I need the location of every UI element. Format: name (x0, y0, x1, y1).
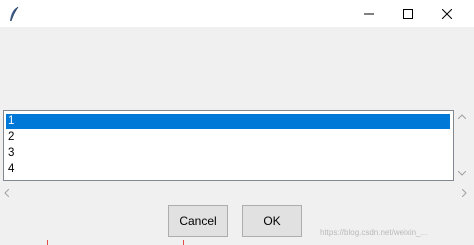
decorative-mark (183, 240, 184, 245)
cancel-button[interactable]: Cancel (168, 205, 228, 237)
list-item[interactable]: 4 (6, 162, 450, 177)
maximize-button[interactable] (389, 0, 427, 27)
scroll-right-icon[interactable] (462, 189, 467, 197)
scroll-down-icon[interactable] (458, 171, 466, 176)
scroll-up-icon[interactable] (458, 114, 466, 119)
decorative-mark (47, 240, 48, 245)
minimize-icon (364, 13, 374, 14)
list-item[interactable]: 2 (6, 130, 450, 145)
list-item[interactable]: 1 (6, 114, 450, 129)
ok-button[interactable]: OK (242, 205, 302, 237)
scroll-left-icon[interactable] (4, 189, 9, 197)
listbox[interactable]: 1 2 3 4 (3, 110, 454, 181)
vertical-scrollbar[interactable] (455, 110, 469, 181)
watermark-text: https://blog.csdn.net/weixin_... (320, 228, 428, 237)
title-bar[interactable] (0, 0, 474, 27)
list-item[interactable]: 3 (6, 146, 450, 161)
maximize-icon (403, 8, 413, 19)
feather-icon (10, 6, 19, 22)
minimize-button[interactable] (350, 0, 388, 27)
close-button[interactable] (428, 0, 466, 27)
horizontal-scrollbar[interactable] (0, 186, 474, 200)
close-icon (442, 8, 452, 19)
